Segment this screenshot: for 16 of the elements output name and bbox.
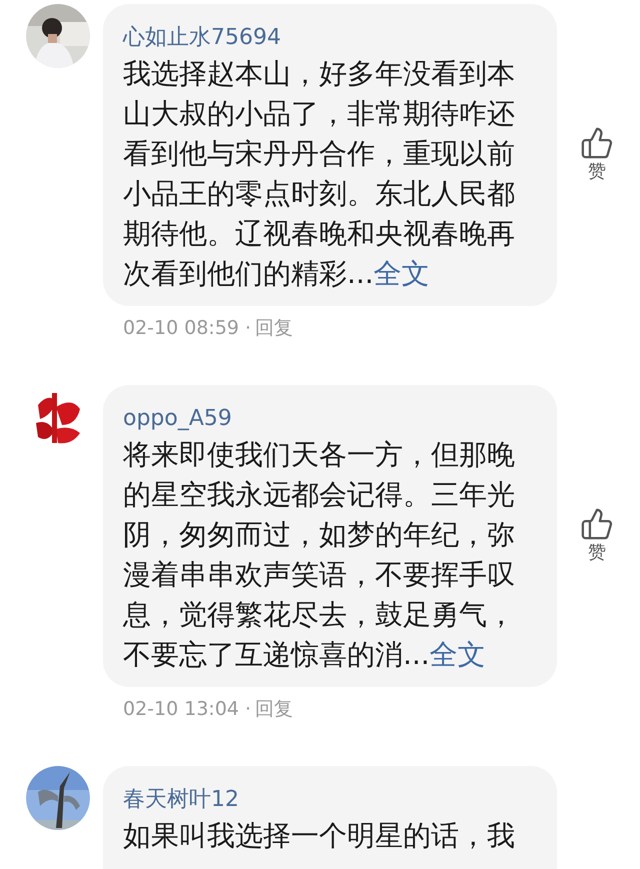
full-text-link[interactable]: 全文 <box>374 257 430 290</box>
thumbs-up-icon <box>580 126 614 160</box>
user-name[interactable]: 春天树叶12 <box>123 784 537 816</box>
reply-link[interactable]: 回复 <box>255 316 294 340</box>
like-button[interactable]: 赞 <box>577 507 617 565</box>
user-name[interactable]: 心如止水75694 <box>123 22 537 54</box>
thumbs-up-icon <box>580 507 614 541</box>
full-text-link[interactable]: 全文 <box>430 638 486 671</box>
comment-text: 我选择赵本山，好多年没看到本山大叔的小品了，非常期待咋还看到他与宋丹丹合作，重现以前小品王的零点时刻。东北人民都期待他。辽视春晚和央视春晚再次看到他们的精彩...全文 <box>123 56 516 292</box>
comment-text: 将来即使我们天各一方，但那晚的星空我永远都会记得。三年光阴，匆匆而过，如梦的年纪，弥漫着串串欢声笑语，不要挥手叹息，觉得繁花尽去，鼓足勇气，不要忘了互递惊喜的消...全文 <box>123 437 516 673</box>
user-name[interactable]: oppo_A59 <box>123 403 537 435</box>
like-button[interactable]: 赞 <box>577 126 617 184</box>
comment-text: 如果叫我选择一个明星的话，我 <box>123 818 516 854</box>
comment-time: 02-10 13:04 · <box>123 697 252 721</box>
reply-link[interactable]: 回复 <box>255 697 294 721</box>
comment-time: 02-10 08:59 · <box>123 316 252 340</box>
